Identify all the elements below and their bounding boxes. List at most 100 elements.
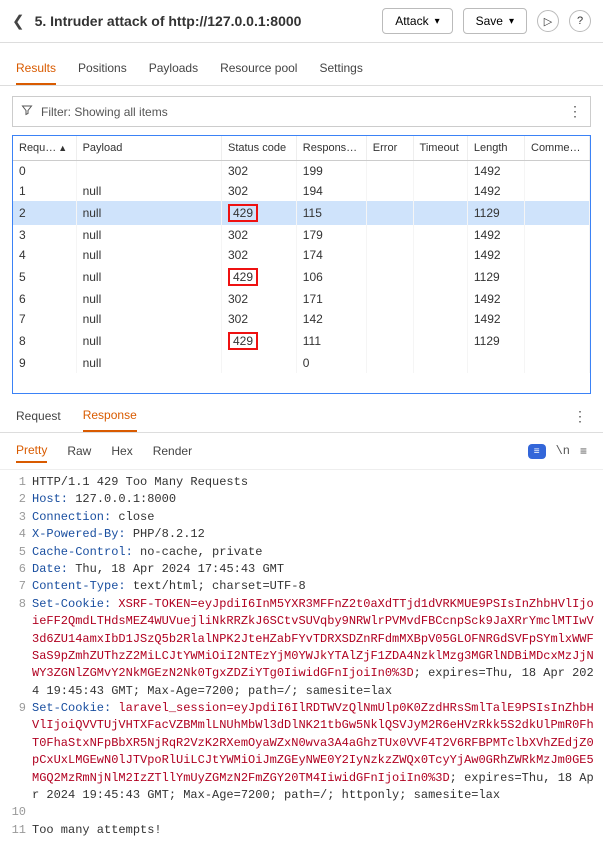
table-cell: 1129 — [467, 329, 524, 353]
table-cell — [525, 329, 590, 353]
play-icon[interactable]: ▷ — [537, 10, 559, 32]
viewtab-hex[interactable]: Hex — [111, 440, 132, 462]
table-cell: 7 — [13, 309, 76, 329]
filter-bar[interactable]: Filter: Showing all items ⋮ — [12, 96, 591, 127]
table-header-row: Requ…▲ Payload Status code Respons… Erro… — [13, 136, 590, 161]
filter-menu-icon[interactable]: ⋮ — [568, 103, 582, 120]
table-cell: 194 — [296, 181, 366, 201]
filter-icon — [21, 104, 33, 119]
viewtab-render[interactable]: Render — [153, 440, 192, 462]
tab-results[interactable]: Results — [16, 53, 56, 85]
attack-label: Attack — [395, 14, 428, 28]
table-row[interactable]: 9null0 — [13, 353, 590, 373]
tab-settings[interactable]: Settings — [319, 53, 362, 85]
col-response[interactable]: Respons… — [296, 136, 366, 161]
detail-menu-icon[interactable]: ⋮ — [573, 408, 587, 425]
tab-positions[interactable]: Positions — [78, 53, 127, 85]
sort-asc-icon: ▲ — [58, 143, 67, 153]
response-line: 10 — [8, 804, 595, 821]
col-status[interactable]: Status code — [221, 136, 296, 161]
table-cell — [413, 161, 467, 182]
table-cell: 171 — [296, 289, 366, 309]
table-cell — [366, 353, 413, 373]
table-cell: 1129 — [467, 265, 524, 289]
table-cell: 1129 — [467, 201, 524, 225]
table-cell: 3 — [13, 225, 76, 245]
table-cell — [366, 329, 413, 353]
table-cell: 1492 — [467, 289, 524, 309]
table-cell: 302 — [221, 245, 296, 265]
table-cell — [413, 265, 467, 289]
table-cell: 302 — [221, 309, 296, 329]
table-cell: 429 — [221, 329, 296, 353]
table-cell: 6 — [13, 289, 76, 309]
table-cell — [525, 161, 590, 182]
hamburger-icon[interactable]: ≡ — [580, 444, 587, 458]
col-timeout[interactable]: Timeout — [413, 136, 467, 161]
col-error[interactable]: Error — [366, 136, 413, 161]
save-button[interactable]: Save▾ — [463, 8, 527, 34]
col-comment[interactable]: Comme… — [525, 136, 590, 161]
table-cell — [525, 181, 590, 201]
table-cell — [525, 309, 590, 329]
table-cell — [366, 245, 413, 265]
table-cell — [221, 353, 296, 373]
main-tabs: Results Positions Payloads Resource pool… — [0, 53, 603, 86]
table-cell: 1492 — [467, 225, 524, 245]
response-line: 7Content-Type: text/html; charset=UTF-8 — [8, 578, 595, 595]
chevron-down-icon: ▾ — [509, 16, 514, 27]
table-cell — [413, 329, 467, 353]
tab-payloads[interactable]: Payloads — [149, 53, 198, 85]
response-line: 8Set-Cookie: XSRF-TOKEN=eyJpdiI6InM5YXR3… — [8, 596, 595, 700]
col-payload[interactable]: Payload — [76, 136, 221, 161]
col-length[interactable]: Length — [467, 136, 524, 161]
table-cell: 1492 — [467, 161, 524, 182]
newline-icon[interactable]: \n — [556, 444, 570, 458]
response-body[interactable]: 1HTTP/1.1 429 Too Many Requests2Host: 12… — [0, 470, 603, 843]
attack-button[interactable]: Attack▾ — [382, 8, 452, 34]
table-cell: null — [76, 329, 221, 353]
subtab-request[interactable]: Request — [16, 401, 61, 431]
response-line: 3Connection: close — [8, 509, 595, 526]
back-icon[interactable]: ❮ — [12, 12, 25, 30]
table-cell — [413, 245, 467, 265]
table-cell: 1492 — [467, 245, 524, 265]
table-cell — [525, 245, 590, 265]
subtab-response[interactable]: Response — [83, 400, 137, 432]
table-cell: 179 — [296, 225, 366, 245]
table-row[interactable]: 3null3021791492 — [13, 225, 590, 245]
table-row[interactable]: 1null3021941492 — [13, 181, 590, 201]
table-cell — [413, 201, 467, 225]
tab-resource-pool[interactable]: Resource pool — [220, 53, 297, 85]
table-cell — [413, 353, 467, 373]
help-icon[interactable]: ? — [569, 10, 591, 32]
table-row[interactable]: 03021991492 — [13, 161, 590, 182]
table-cell — [366, 225, 413, 245]
table-cell: null — [76, 353, 221, 373]
table-row[interactable]: 2null4291151129 — [13, 201, 590, 225]
response-line: 4X-Powered-By: PHP/8.2.12 — [8, 526, 595, 543]
table-cell: 115 — [296, 201, 366, 225]
table-cell: 142 — [296, 309, 366, 329]
table-cell — [413, 181, 467, 201]
table-cell: 429 — [221, 265, 296, 289]
response-line: 5Cache-Control: no-cache, private — [8, 544, 595, 561]
table-cell — [366, 289, 413, 309]
table-row[interactable]: 5null4291061129 — [13, 265, 590, 289]
viewtab-raw[interactable]: Raw — [67, 440, 91, 462]
table-cell — [366, 161, 413, 182]
table-row[interactable]: 7null3021421492 — [13, 309, 590, 329]
table-row[interactable]: 6null3021711492 — [13, 289, 590, 309]
filter-label: Filter: Showing all items — [41, 105, 168, 119]
table-row[interactable]: 4null3021741492 — [13, 245, 590, 265]
col-request[interactable]: Requ…▲ — [13, 136, 76, 161]
table-cell — [413, 289, 467, 309]
table-cell — [525, 265, 590, 289]
table-cell: 5 — [13, 265, 76, 289]
table-row[interactable]: 8null4291111129 — [13, 329, 590, 353]
structure-icon[interactable]: ≡ — [528, 444, 546, 459]
viewtab-pretty[interactable]: Pretty — [16, 439, 47, 463]
table-cell — [525, 353, 590, 373]
table-cell: null — [76, 265, 221, 289]
table-cell: 174 — [296, 245, 366, 265]
